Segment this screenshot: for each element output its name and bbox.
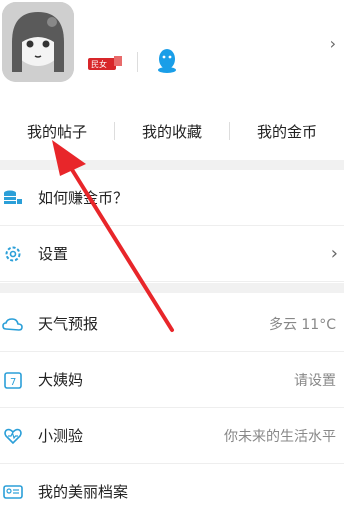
tab-my-favorites[interactable]: 我的收藏 [115,121,229,142]
settings-label: 设置 [38,245,69,263]
profile-tabs: 我的帖子 我的收藏 我的金币 [0,106,344,156]
gear-icon [2,243,24,265]
menu-beauty-profile[interactable]: 我的美丽档案 [0,464,344,508]
menu-weather[interactable]: 天气预报 多云 11°C [0,296,344,352]
id-card-icon [2,481,24,503]
calendar-7-icon: 7 [2,369,24,391]
quiz-label: 小测验 [38,427,84,445]
cloud-sun-icon [2,313,24,335]
section-gap [0,283,344,293]
menu-settings[interactable]: 设置 › [0,226,344,282]
svg-text:民女: 民女 [91,59,107,69]
qq-icon[interactable] [156,48,178,74]
profile-header[interactable]: 民女 › [0,0,344,100]
svg-text:7: 7 [10,377,16,388]
weather-label: 天气预报 [38,315,99,333]
tab-my-coins[interactable]: 我的金币 [230,121,344,142]
heart-pulse-icon [2,425,24,447]
chevron-right-icon[interactable]: › [330,34,336,53]
avatar[interactable] [2,2,74,82]
chevron-right-icon: › [330,243,338,264]
weather-value: 多云 11°C [268,316,336,333]
section-gap [0,160,344,170]
menu-quiz[interactable]: 小测验 你未来的生活水平 [0,408,344,464]
menu-period[interactable]: 7 大姨妈 请设置 [0,352,344,408]
quiz-value: 你未来的生活水平 [224,428,336,445]
level-badge: 民女 [88,54,124,72]
coin-stack-icon [2,187,24,209]
tab-my-posts[interactable]: 我的帖子 [0,121,114,142]
period-value: 请设置 [294,372,336,389]
earn-coins-label: 如何赚金币？ [38,189,129,207]
menu-earn-coins[interactable]: 如何赚金币？ [0,170,344,226]
beauty-profile-label: 我的美丽档案 [38,483,129,501]
badge-divider [137,52,138,72]
period-label: 大姨妈 [38,371,84,389]
